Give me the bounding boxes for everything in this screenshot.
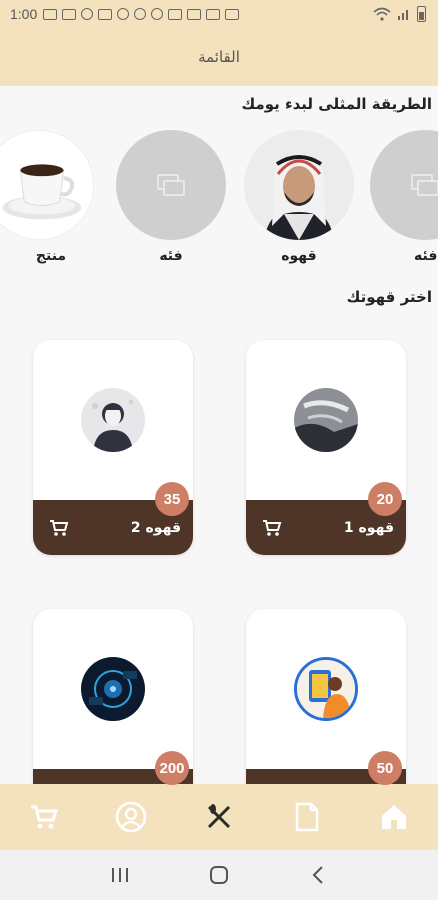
nav-cart[interactable]	[24, 797, 64, 837]
price-badge: 200	[155, 751, 189, 785]
product-card[interactable]: 35 قهوه 2	[33, 340, 193, 555]
add-to-cart-icon[interactable]	[262, 519, 282, 537]
category-item[interactable]: فئه	[116, 130, 226, 264]
category-image	[370, 130, 438, 240]
avatar-photo	[81, 388, 145, 452]
back-icon	[312, 866, 324, 884]
home-circle-icon	[209, 866, 228, 884]
price-badge: 35	[155, 482, 189, 516]
home-icon	[382, 805, 407, 829]
back-button[interactable]	[303, 860, 333, 890]
category-label: قهوه	[281, 248, 317, 264]
price-badge: 50	[368, 751, 402, 785]
recent-apps-icon	[111, 868, 128, 882]
location-icon	[151, 8, 164, 20]
image-icon	[225, 8, 240, 20]
profile-icon	[116, 801, 147, 833]
recent-apps-button[interactable]	[105, 860, 135, 890]
document-icon	[295, 802, 318, 832]
add-to-cart-icon[interactable]	[49, 519, 69, 537]
status-bar: 1:00	[0, 0, 438, 28]
categories-carousel[interactable]: فئه قهوه فئه منتج	[0, 130, 438, 270]
cart-icon	[30, 805, 58, 829]
product-card[interactable]: 20 قهوه 1	[246, 340, 406, 555]
product-name: قهوه 2	[130, 519, 181, 536]
category-image	[116, 130, 226, 240]
dark-photo	[294, 388, 358, 452]
restaurant-icon	[207, 804, 231, 829]
price-badge: 20	[368, 482, 402, 516]
product-name: قهوه 1	[343, 519, 394, 536]
product-image-area	[33, 340, 193, 500]
system-status-icons	[373, 6, 426, 22]
battery-icon	[417, 6, 426, 22]
system-navigation	[0, 850, 438, 900]
product-image-area	[246, 340, 406, 500]
video-icon	[206, 8, 221, 20]
wifi-icon	[373, 7, 391, 21]
product-image	[81, 657, 145, 721]
video-icon	[43, 8, 58, 20]
chat-icon	[81, 8, 94, 20]
category-item[interactable]: منتج	[0, 130, 94, 264]
tech-photo	[81, 657, 145, 721]
category-label: فئه	[414, 248, 438, 264]
chat-icon	[117, 8, 130, 20]
person-photo	[244, 130, 354, 240]
category-image	[244, 130, 354, 240]
bottom-navigation	[0, 784, 438, 850]
nav-menu[interactable]	[199, 797, 239, 837]
send-icon	[187, 8, 202, 20]
signal-icon	[398, 10, 408, 20]
image-placeholder-icon	[411, 174, 438, 196]
category-item[interactable]: فئه	[370, 130, 438, 264]
home-button[interactable]	[204, 860, 234, 890]
coffee-cup-photo	[0, 131, 93, 239]
product-image-area	[33, 609, 193, 769]
video-icon	[62, 8, 77, 20]
illustration-photo	[297, 660, 355, 718]
product-image	[81, 388, 145, 452]
category-label: فئه	[159, 248, 183, 264]
nav-home[interactable]	[374, 797, 414, 837]
categories-heading: الطريقة المثلى لبدء يومك	[241, 95, 432, 113]
app-bar: القائمة	[0, 28, 438, 86]
product-image-area	[246, 609, 406, 769]
nav-profile[interactable]	[111, 797, 151, 837]
category-label: منتج	[35, 248, 67, 264]
category-item[interactable]: قهوه	[244, 130, 354, 264]
category-image	[0, 130, 94, 240]
video-icon	[168, 8, 183, 20]
page-title: القائمة	[198, 48, 240, 66]
image-placeholder-icon	[157, 174, 185, 196]
product-image	[294, 657, 358, 721]
status-time: 1:00	[10, 6, 38, 22]
products-heading: اختر قهوتك	[346, 288, 432, 306]
chat-icon	[134, 8, 147, 20]
nav-orders[interactable]	[287, 797, 327, 837]
notification-icons	[43, 8, 240, 20]
product-image	[294, 388, 358, 452]
video-icon	[98, 8, 113, 20]
